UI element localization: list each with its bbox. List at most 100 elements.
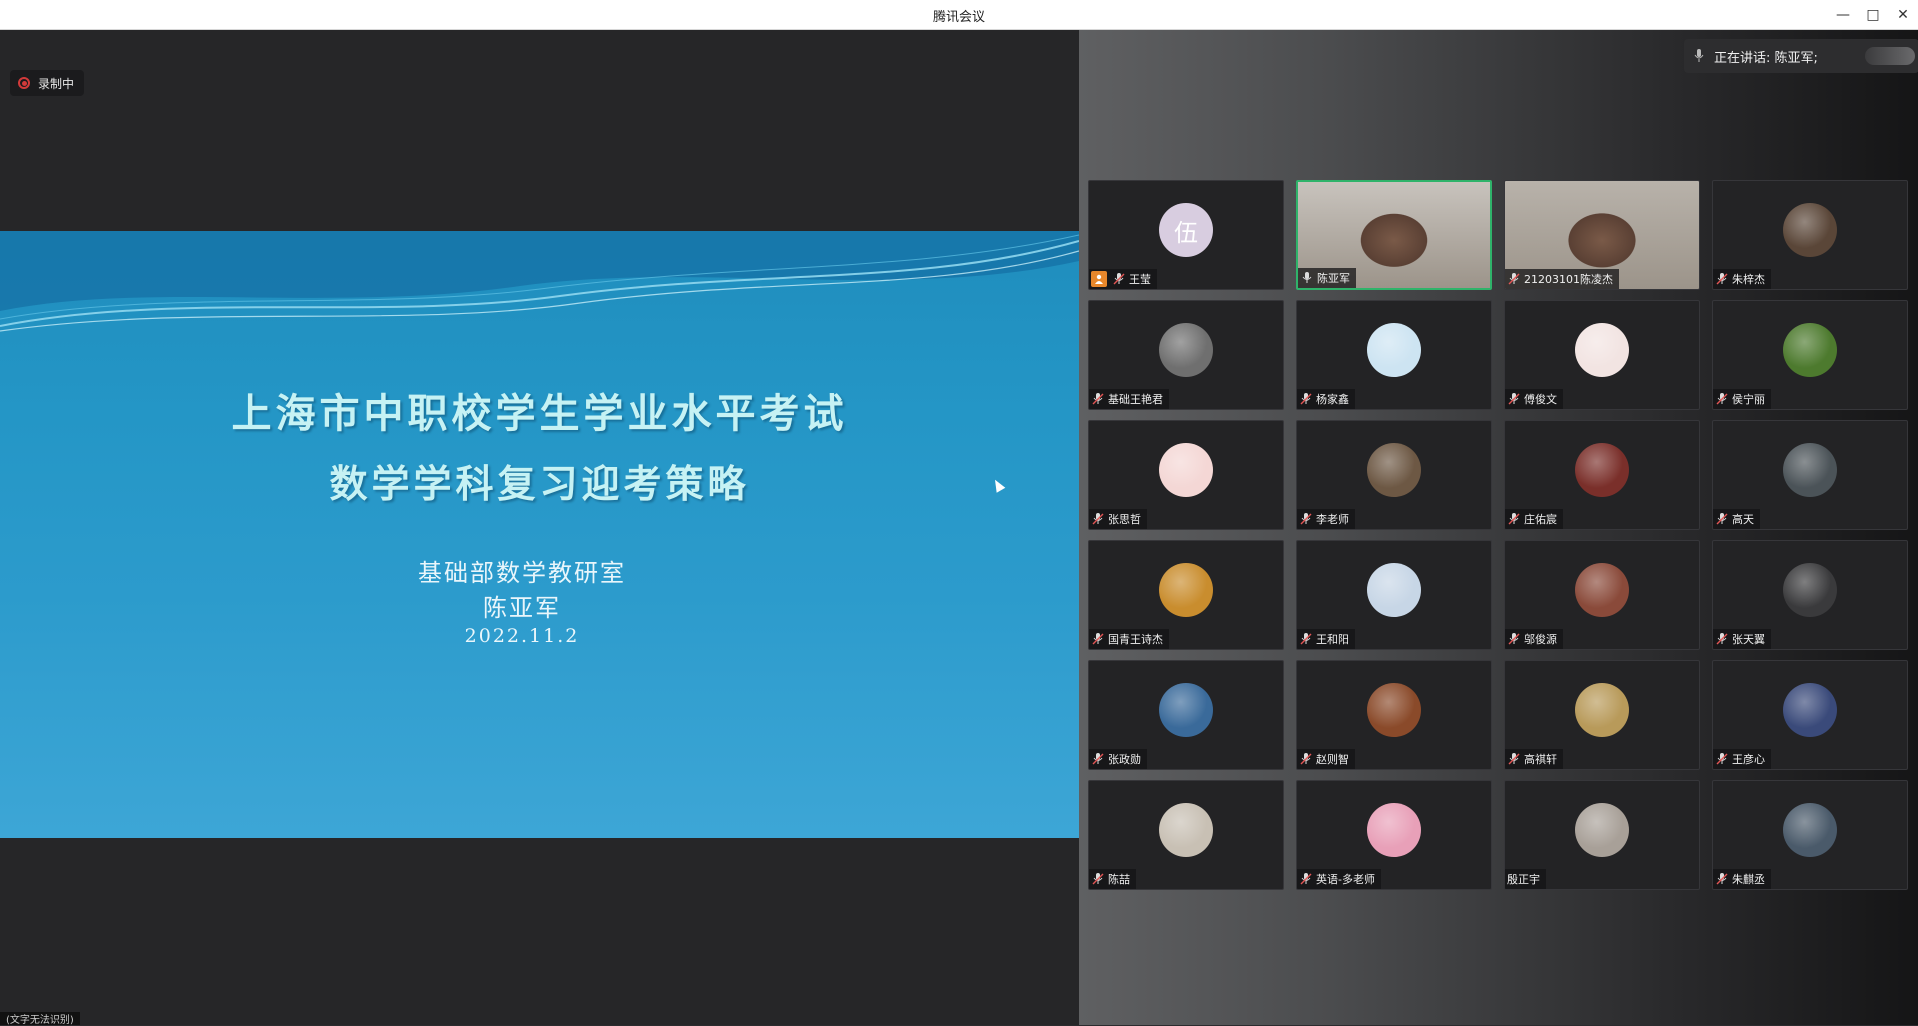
participant-nameplate: 杨家鑫 bbox=[1297, 389, 1355, 409]
mic-muted-icon bbox=[1716, 273, 1728, 285]
mic-muted-icon bbox=[1716, 873, 1728, 885]
participant-name: 陈亚军 bbox=[1317, 272, 1350, 285]
participant-nameplate: 陈亚军 bbox=[1298, 268, 1356, 288]
participant-tile[interactable]: 张政勋 bbox=[1088, 660, 1284, 770]
participant-panel: 正在讲话: 陈亚军; 伍 王莹 陈亚军 21203101陈凌杰 朱梓杰 基础王艳… bbox=[1079, 30, 1918, 1025]
participant-tile[interactable]: 基础王艳君 bbox=[1088, 300, 1284, 410]
slide-title-line2: 数学学科复习迎考策略 bbox=[329, 461, 750, 506]
avatar bbox=[1575, 803, 1629, 857]
participant-name: 21203101陈凌杰 bbox=[1524, 273, 1613, 286]
window-title: 腾讯会议 bbox=[932, 10, 985, 25]
participant-grid: 伍 王莹 陈亚军 21203101陈凌杰 朱梓杰 基础王艳君 杨家鑫 傅俊文 侯… bbox=[1088, 180, 1910, 890]
participant-name: 高天 bbox=[1732, 513, 1754, 526]
minimize-icon[interactable]: — bbox=[1828, 2, 1858, 28]
participant-name: 张政勋 bbox=[1108, 753, 1141, 766]
participant-tile[interactable]: 朱梓杰 bbox=[1712, 180, 1908, 290]
participant-tile[interactable]: 伍 王莹 bbox=[1088, 180, 1284, 290]
participant-tile[interactable]: 王和阳 bbox=[1296, 540, 1492, 650]
participant-nameplate: 殷正宇 bbox=[1505, 869, 1546, 889]
avatar bbox=[1575, 683, 1629, 737]
avatar bbox=[1159, 683, 1213, 737]
avatar bbox=[1783, 803, 1837, 857]
mic-muted-icon bbox=[1508, 393, 1520, 405]
participant-tile[interactable]: 张天翼 bbox=[1712, 540, 1908, 650]
host-badge-icon bbox=[1091, 271, 1107, 287]
participant-nameplate: 邬俊源 bbox=[1505, 629, 1563, 649]
avatar bbox=[1575, 323, 1629, 377]
mic-muted-icon bbox=[1113, 273, 1125, 285]
participant-nameplate: 侯宁丽 bbox=[1713, 389, 1771, 409]
mic-icon bbox=[1694, 49, 1704, 62]
mic-muted-icon bbox=[1508, 633, 1520, 645]
mic-muted-icon bbox=[1300, 393, 1312, 405]
slide-department: 基础部数学教研室 bbox=[418, 559, 626, 587]
participant-tile[interactable]: 侯宁丽 bbox=[1712, 300, 1908, 410]
slide-wave-decoration bbox=[0, 231, 1079, 332]
slide-date: 2022.11.2 bbox=[464, 625, 580, 647]
participant-name: 王和阳 bbox=[1316, 633, 1349, 646]
mic-muted-icon bbox=[1716, 633, 1728, 645]
maximize-icon[interactable]: □ bbox=[1858, 2, 1888, 28]
participant-tile[interactable]: 王彦心 bbox=[1712, 660, 1908, 770]
participant-tile[interactable]: 高祺轩 bbox=[1504, 660, 1700, 770]
avatar bbox=[1575, 563, 1629, 617]
avatar bbox=[1367, 803, 1421, 857]
mic-muted-icon bbox=[1092, 633, 1104, 645]
avatar bbox=[1783, 563, 1837, 617]
participant-name: 侯宁丽 bbox=[1732, 393, 1765, 406]
participant-tile[interactable]: 国青王诗杰 bbox=[1088, 540, 1284, 650]
participant-nameplate: 英语-多老师 bbox=[1297, 869, 1381, 889]
mic-muted-icon bbox=[1716, 513, 1728, 525]
screen-share-hint[interactable]: (文字无法识别) bbox=[0, 1012, 80, 1026]
close-icon[interactable]: ✕ bbox=[1888, 2, 1918, 28]
participant-name: 王彦心 bbox=[1732, 753, 1765, 766]
participant-tile[interactable]: 朱麒丞 bbox=[1712, 780, 1908, 890]
participant-name: 赵则智 bbox=[1316, 753, 1349, 766]
mic-muted-icon bbox=[1300, 513, 1312, 525]
avatar bbox=[1783, 683, 1837, 737]
participant-tile[interactable]: 殷正宇 bbox=[1504, 780, 1700, 890]
participant-tile[interactable]: 傅俊文 bbox=[1504, 300, 1700, 410]
avatar bbox=[1783, 443, 1837, 497]
participant-name: 张天翼 bbox=[1732, 633, 1765, 646]
participant-nameplate: 朱梓杰 bbox=[1713, 269, 1771, 289]
recording-badge[interactable]: 录制中 bbox=[10, 70, 85, 96]
participant-name: 陈喆 bbox=[1108, 873, 1130, 886]
mic-muted-icon bbox=[1092, 393, 1104, 405]
participant-nameplate: 高祺轩 bbox=[1505, 749, 1563, 769]
participant-tile[interactable]: 英语-多老师 bbox=[1296, 780, 1492, 890]
participant-nameplate: 基础王艳君 bbox=[1089, 389, 1169, 409]
avatar bbox=[1159, 563, 1213, 617]
participant-nameplate: 傅俊文 bbox=[1505, 389, 1563, 409]
participant-nameplate: 张政勋 bbox=[1089, 749, 1147, 769]
participant-tile[interactable]: 赵则智 bbox=[1296, 660, 1492, 770]
mic-muted-icon bbox=[1300, 633, 1312, 645]
participant-name: 殷正宇 bbox=[1507, 873, 1540, 886]
participant-tile[interactable]: 高天 bbox=[1712, 420, 1908, 530]
participant-tile[interactable]: 邬俊源 bbox=[1504, 540, 1700, 650]
mic-muted-icon bbox=[1300, 753, 1312, 765]
avatar bbox=[1367, 683, 1421, 737]
participant-tile[interactable]: 李老师 bbox=[1296, 420, 1492, 530]
participant-nameplate: 王和阳 bbox=[1297, 629, 1355, 649]
participant-nameplate: 王彦心 bbox=[1713, 749, 1771, 769]
participant-name: 李老师 bbox=[1316, 513, 1349, 526]
participant-name: 英语-多老师 bbox=[1316, 873, 1375, 886]
participant-tile[interactable]: 庄佑宸 bbox=[1504, 420, 1700, 530]
participant-nameplate: 王莹 bbox=[1089, 269, 1157, 289]
participant-nameplate: 21203101陈凌杰 bbox=[1505, 269, 1619, 289]
participant-nameplate: 朱麒丞 bbox=[1713, 869, 1771, 889]
participant-tile[interactable]: 陈喆 bbox=[1088, 780, 1284, 890]
avatar bbox=[1159, 443, 1213, 497]
participant-tile[interactable]: 张思哲 bbox=[1088, 420, 1284, 530]
participant-nameplate: 张思哲 bbox=[1089, 509, 1147, 529]
mic-muted-icon bbox=[1508, 273, 1520, 285]
participant-nameplate: 赵则智 bbox=[1297, 749, 1355, 769]
mic-muted-icon bbox=[1092, 753, 1104, 765]
participant-nameplate: 国青王诗杰 bbox=[1089, 629, 1169, 649]
participant-tile[interactable]: 陈亚军 bbox=[1296, 180, 1492, 290]
mic-muted-icon bbox=[1716, 753, 1728, 765]
participant-tile[interactable]: 杨家鑫 bbox=[1296, 300, 1492, 410]
shared-screen-area: 录制中 上海市中职校学生学业水平考试 数学学科复习迎考策略 基础部数学教研室 陈… bbox=[0, 30, 1079, 1025]
participant-tile[interactable]: 21203101陈凌杰 bbox=[1504, 180, 1700, 290]
